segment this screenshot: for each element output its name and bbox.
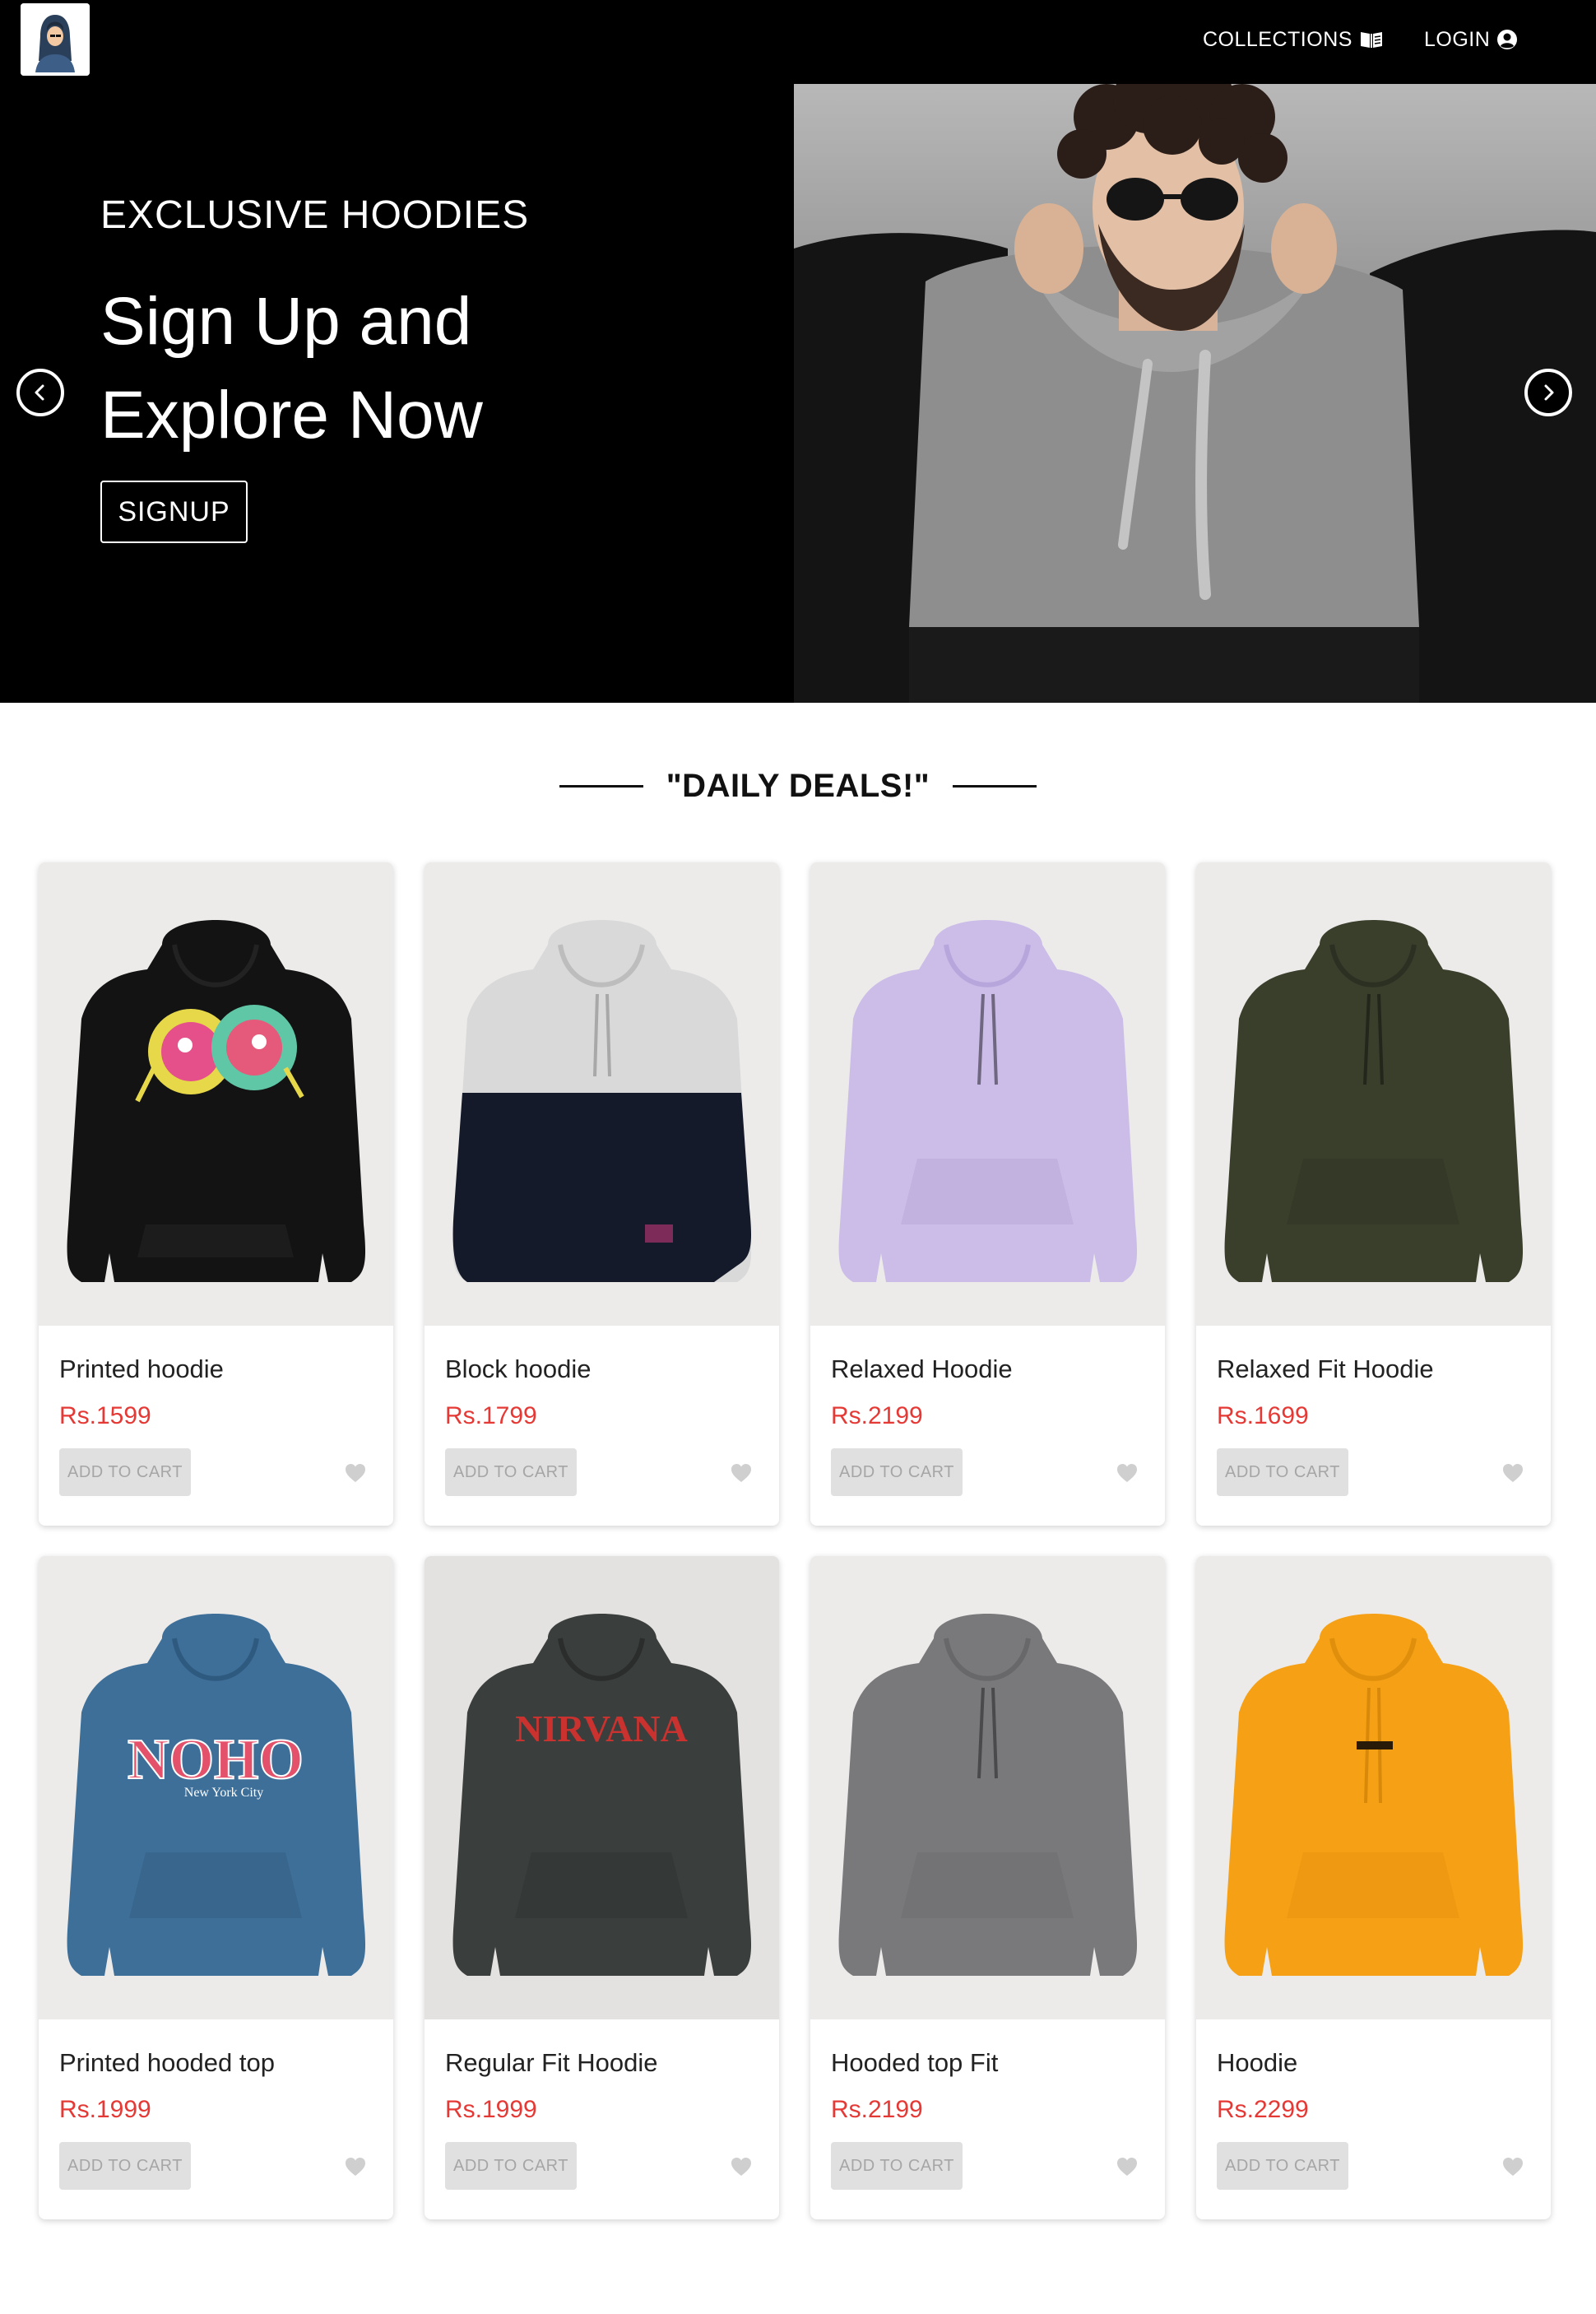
hero-title: Sign Up and Explore Now (100, 284, 483, 453)
carousel-next-button[interactable] (1524, 369, 1572, 416)
product-card[interactable]: Printed hoodie Rs.1599 ADD TO CART (39, 862, 393, 1526)
product-card[interactable]: Relaxed Hoodie Rs.2199 ADD TO CART (810, 862, 1165, 1526)
heart-icon[interactable] (731, 2157, 752, 2177)
product-card[interactable]: Relaxed Fit Hoodie Rs.1699 ADD TO CART (1196, 862, 1551, 1526)
product-name: Block hoodie (445, 1354, 592, 1383)
product-image (810, 862, 1165, 1326)
product-card[interactable]: NIRVANA Regular Fit Hoodie Rs.1999 ADD T… (425, 1556, 779, 2219)
product-name: Relaxed Hoodie (831, 1354, 1013, 1383)
product-image: NIRVANA (425, 1556, 779, 2019)
navbar: COLLECTIONS LOGIN (0, 0, 1596, 84)
product-price: Rs.1599 (59, 1402, 151, 1429)
product-price: Rs.1699 (1217, 1402, 1309, 1429)
product-card[interactable]: Block hoodie Rs.1799 ADD TO CART (425, 862, 779, 1526)
heart-icon[interactable] (1502, 1463, 1524, 1483)
hoodie-illustration: NOHO New York City (39, 1556, 393, 2019)
hoodie-illustration (425, 862, 779, 1326)
site-logo[interactable] (21, 3, 90, 76)
heart-icon[interactable] (345, 1463, 366, 1483)
nav-login-label: LOGIN (1424, 27, 1491, 51)
product-image (1196, 1556, 1551, 2019)
daily-deals-heading: "DAILY DEALS!" (0, 765, 1596, 806)
product-image: NOHO New York City (39, 1556, 393, 2019)
noho-print-subtext: New York City (184, 1786, 263, 1800)
product-image (1196, 862, 1551, 1326)
add-to-cart-button[interactable]: ADD TO CART (1217, 2142, 1348, 2190)
add-to-cart-button[interactable]: ADD TO CART (59, 2142, 191, 2190)
product-price: Rs.1799 (445, 1402, 537, 1429)
hero-model-photo (794, 84, 1596, 703)
heart-icon[interactable] (1116, 2157, 1138, 2177)
product-card[interactable]: NOHO New York City Printed hooded top Rs… (39, 1556, 393, 2219)
nav-collections-label: COLLECTIONS (1203, 27, 1352, 51)
product-price: Rs.1999 (59, 2096, 151, 2123)
noho-print-text: NOHO (128, 1728, 304, 1791)
nirvana-print-text: NIRVANA (515, 1708, 688, 1749)
hoodie-illustration (1196, 862, 1551, 1326)
heart-icon[interactable] (1116, 1463, 1138, 1483)
product-name: Hoodie (1217, 2048, 1298, 2077)
product-price: Rs.2299 (1217, 2096, 1309, 2123)
add-to-cart-button[interactable]: ADD TO CART (445, 1448, 577, 1496)
product-name: Relaxed Fit Hoodie (1217, 1354, 1434, 1383)
chevron-right-icon (1544, 384, 1554, 401)
open-book-icon (1360, 32, 1382, 48)
product-price: Rs.2199 (831, 1402, 923, 1429)
product-card[interactable]: Hoodie Rs.2299 ADD TO CART (1196, 1556, 1551, 2219)
nav-collections-link[interactable]: COLLECTIONS (1203, 25, 1384, 54)
add-to-cart-button[interactable]: ADD TO CART (831, 2142, 963, 2190)
product-price: Rs.1999 (445, 2096, 537, 2123)
nav-login-link[interactable]: LOGIN (1424, 25, 1518, 54)
add-to-cart-button[interactable]: ADD TO CART (831, 1448, 963, 1496)
heading-rule-left (559, 784, 643, 788)
product-name: Regular Fit Hoodie (445, 2048, 658, 2077)
heading-rule-right (953, 784, 1037, 788)
logo-hooded-figure-icon (21, 3, 90, 76)
heart-icon[interactable] (1502, 2157, 1524, 2177)
daily-deals-title: "DAILY DEALS!" (666, 767, 930, 804)
add-to-cart-button[interactable]: ADD TO CART (1217, 1448, 1348, 1496)
product-name: Printed hoodie (59, 1354, 224, 1383)
hoodie-illustration (810, 862, 1165, 1326)
add-to-cart-button[interactable]: ADD TO CART (59, 1448, 191, 1496)
carousel-prev-button[interactable] (16, 369, 64, 416)
chevron-left-icon (35, 384, 44, 401)
hero-model-illustration (794, 84, 1596, 703)
product-card[interactable]: Hooded top Fit Rs.2199 ADD TO CART (810, 1556, 1165, 2219)
add-to-cart-button[interactable]: ADD TO CART (445, 2142, 577, 2190)
product-name: Hooded top Fit (831, 2048, 999, 2077)
hoodie-illustration (39, 862, 393, 1326)
hero-carousel: EXCLUSIVE HOODIES Sign Up and Explore No… (0, 84, 1596, 703)
product-name: Printed hooded top (59, 2048, 275, 2077)
product-image (425, 862, 779, 1326)
hoodie-illustration: NIRVANA (425, 1556, 779, 2019)
product-price: Rs.2199 (831, 2096, 923, 2123)
product-image (39, 862, 393, 1326)
hoodie-illustration (810, 1556, 1165, 2019)
heart-icon[interactable] (731, 1463, 752, 1483)
hoodie-illustration (1196, 1556, 1551, 2019)
hero-kicker: EXCLUSIVE HOODIES (100, 193, 530, 237)
signup-button[interactable]: SIGNUP (100, 481, 248, 543)
user-circle-icon (1497, 30, 1518, 49)
heart-icon[interactable] (345, 2157, 366, 2177)
product-image (810, 1556, 1165, 2019)
